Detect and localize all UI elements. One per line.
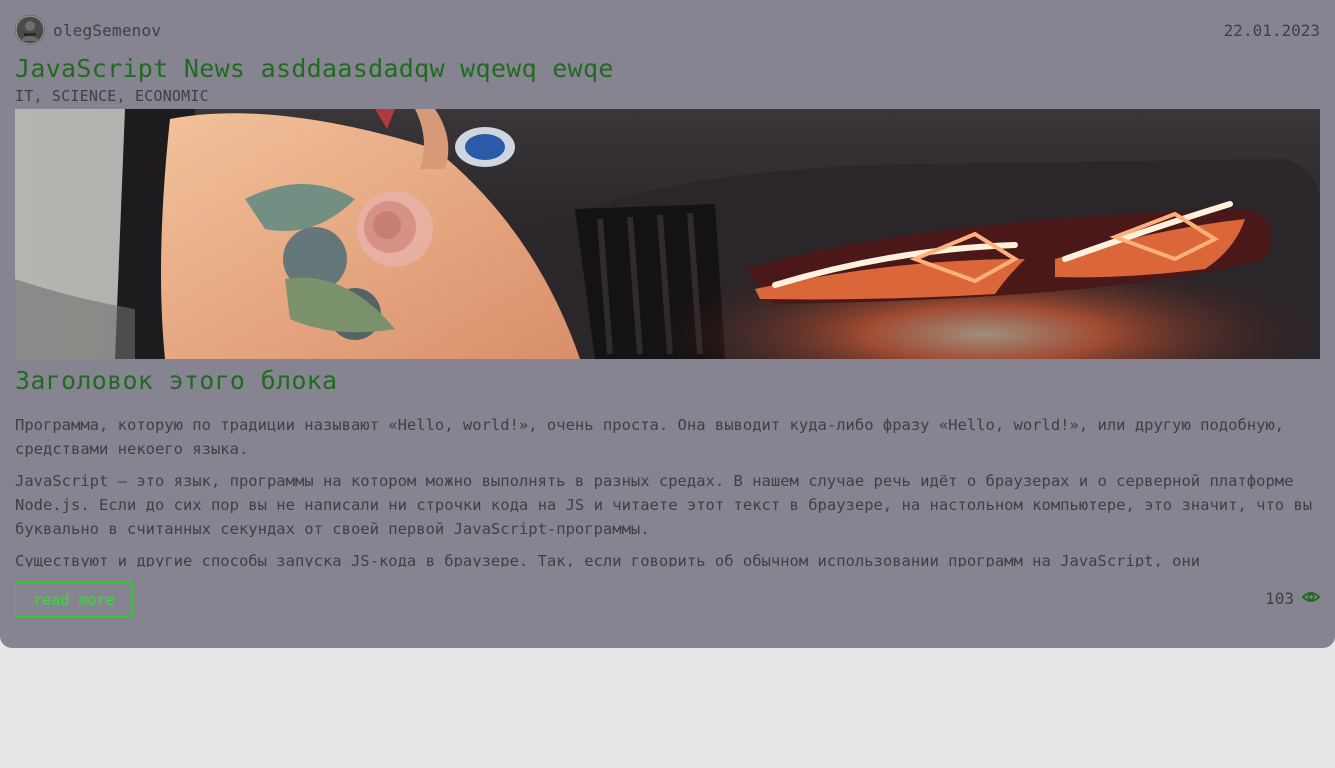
post-title[interactable]: JavaScript News asddaasdadqw wqewq ewqe: [15, 54, 614, 83]
paragraph: Существуют и другие способы запуска JS-к…: [15, 552, 1201, 567]
post-card: olegSemenov 22.01.2023 JavaScript News a…: [0, 0, 1335, 648]
paragraph: JavaScript — это язык, программы на кото…: [15, 472, 1313, 538]
block-title: Заголовок этого блока: [15, 366, 338, 395]
views-counter: 103: [1265, 589, 1321, 608]
cover-image: [15, 109, 1320, 359]
post-header: olegSemenov 22.01.2023: [15, 15, 1320, 45]
post-tags: IT, SCIENCE, ECONOMIC: [15, 87, 209, 105]
read-more-button[interactable]: read more: [15, 582, 133, 617]
post-date: 22.01.2023: [1223, 20, 1320, 40]
paragraph: Программа, которую по традиции называют …: [15, 416, 1285, 458]
author-info[interactable]: olegSemenov: [15, 15, 161, 45]
avatar[interactable]: [15, 15, 45, 45]
eye-icon: [1301, 589, 1321, 608]
post-body: Программа, которую по традиции называют …: [15, 413, 1315, 567]
author-name[interactable]: olegSemenov: [53, 21, 161, 40]
views-count: 103: [1265, 589, 1294, 608]
